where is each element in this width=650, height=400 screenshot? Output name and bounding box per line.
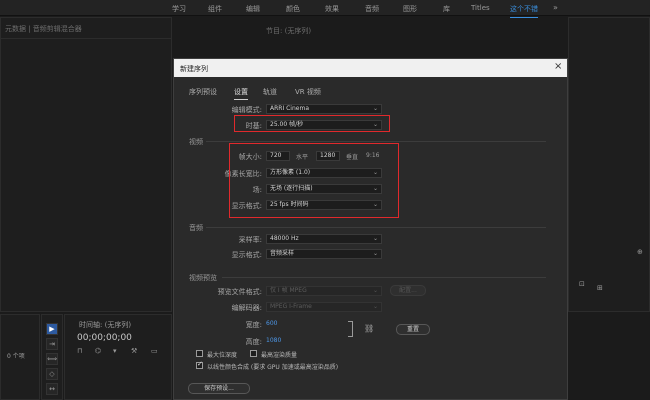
project-panel: 0 个项 <box>0 314 40 400</box>
workspace-tab-color[interactable]: 颜色 <box>286 4 300 14</box>
chevron-down-icon: ⌄ <box>372 250 378 257</box>
preview-width-label: 宽度: <box>245 321 262 329</box>
workspace-bar: 学习 组件 编辑 颜色 效果 音频 图形 库 Titles 这个不错 » <box>0 0 650 18</box>
chevron-down-icon: ⌄ <box>372 287 378 294</box>
dialog-title: 新建序列 <box>180 65 208 73</box>
save-preset-button[interactable]: 保存预设... <box>188 383 250 394</box>
workspace-tab-libraries[interactable]: 库 <box>443 4 450 14</box>
configure-button[interactable]: 配置... <box>390 285 426 296</box>
program-panel-right: ⊕ ⊡ ⊞ <box>568 17 650 312</box>
preview-height-label: 高度: <box>245 338 262 346</box>
preview-file-format-label: 预览文件格式: <box>217 288 262 296</box>
project-item-count: 0 个项 <box>7 353 25 360</box>
sample-rate-value: 48000 Hz <box>270 235 299 242</box>
close-icon[interactable]: × <box>554 62 562 72</box>
linear-color-checkbox[interactable] <box>196 360 203 369</box>
linear-color-label: 以线性颜色合成 (要求 GPU 加速或最高渲染品质) <box>207 364 339 371</box>
edit-mode-label: 编辑模式: <box>231 106 262 114</box>
preview-height-value[interactable]: 1080 <box>266 337 281 344</box>
tab-tracks[interactable]: 轨道 <box>263 87 277 97</box>
video-preview-section-title: 视频预览 <box>189 274 217 282</box>
codec-dropdown[interactable]: MPEG I-Frame ⌄ <box>266 302 382 312</box>
chain-link-icon[interactable]: ⛓ <box>364 324 374 333</box>
chevron-down-icon: ⌄ <box>372 303 378 310</box>
link-bracket <box>348 321 353 337</box>
workspace-tab-effects[interactable]: 效果 <box>325 4 339 14</box>
audio-display-format-value: 音频采样 <box>270 250 295 257</box>
workspace-tab-titles[interactable]: Titles <box>471 4 490 12</box>
export-frame-icon[interactable]: ⊡ <box>579 280 585 288</box>
tab-vr-video[interactable]: VR 视频 <box>295 87 321 97</box>
workspace-tab-learn[interactable]: 学习 <box>172 4 186 14</box>
timeline-captions-icon[interactable]: ▭ <box>151 347 158 355</box>
timeline-wrench-icon[interactable]: ⚒ <box>131 347 137 355</box>
edit-mode-dropdown[interactable]: ARRI Cinema ⌄ <box>266 104 382 114</box>
timeline-snap-icon[interactable]: ⊓ <box>77 347 82 355</box>
video-settings-highlight <box>229 143 399 218</box>
workspace-tab-editing[interactable]: 编辑 <box>246 4 260 14</box>
max-bit-depth-checkbox[interactable] <box>196 350 203 357</box>
razor-tool-icon[interactable]: ◇ <box>46 368 58 380</box>
timeline-link-icon[interactable]: ⌬ <box>95 347 101 355</box>
sample-rate-label: 采样率: <box>238 236 262 244</box>
track-select-tool-icon[interactable]: ⇥ <box>46 338 58 350</box>
section-divider <box>222 277 546 278</box>
dialog-titlebar[interactable]: 新建序列 × <box>174 59 567 77</box>
workspace-tab-graphics[interactable]: 图形 <box>403 4 417 14</box>
preview-file-format-dropdown[interactable]: 仅 I 帧 MPEG ⌄ <box>266 286 382 296</box>
ripple-edit-tool-icon[interactable]: ⟺ <box>46 353 58 365</box>
program-panel-title[interactable]: 节目: (无序列) <box>266 26 311 36</box>
preview-width-value[interactable]: 600 <box>266 320 277 327</box>
max-bit-depth-label: 最大位深度 <box>207 352 238 359</box>
codec-label: 编解码器: <box>231 304 262 312</box>
section-divider <box>206 227 546 228</box>
tab-sequence-presets[interactable]: 序列预设 <box>189 87 217 97</box>
max-render-quality-label: 最高渲染质量 <box>261 352 298 359</box>
timebase-highlight <box>234 115 390 132</box>
timeline-marker-icon[interactable]: ▾ <box>113 347 117 355</box>
edit-mode-value: ARRI Cinema <box>270 105 309 112</box>
source-panel-title[interactable]: 元数据 | 音频剪辑混合器 <box>5 24 82 34</box>
workspace-tab-audio[interactable]: 音频 <box>365 4 379 14</box>
compare-icon[interactable]: ⊞ <box>597 284 603 292</box>
tools-panel: ▶ ⇥ ⟺ ◇ ↔ <box>41 314 63 400</box>
marker-icon[interactable]: ⊕ <box>637 248 643 256</box>
timeline-panel: 时间轴: (无序列) 00;00;00;00 ⊓ ⌬ ▾ ⚒ ▭ <box>64 314 172 400</box>
new-sequence-dialog: 新建序列 × 序列预设 设置 轨道 VR 视频 编辑模式: ARRI Cinem… <box>173 58 568 400</box>
chevron-down-icon: ⌄ <box>372 105 378 112</box>
audio-section-title: 音频 <box>189 224 203 232</box>
timeline-panel-title[interactable]: 时间轴: (无序列) <box>79 320 131 330</box>
preview-file-format-value: 仅 I 帧 MPEG <box>270 287 307 294</box>
chevron-down-icon: ⌄ <box>372 235 378 242</box>
source-panel: 元数据 | 音频剪辑混合器 <box>0 17 172 312</box>
section-divider <box>206 141 546 142</box>
slip-tool-icon[interactable]: ↔ <box>46 383 58 395</box>
workspace-menu-icon[interactable]: » <box>553 3 558 12</box>
reset-button[interactable]: 重置 <box>396 324 430 335</box>
sample-rate-dropdown[interactable]: 48000 Hz ⌄ <box>266 234 382 244</box>
timeline-timecode[interactable]: 00;00;00;00 <box>77 333 132 343</box>
max-render-quality-checkbox[interactable] <box>250 350 257 357</box>
panel-divider <box>1 38 171 39</box>
workspace-tab-assembly[interactable]: 组件 <box>208 4 222 14</box>
workspace-tab-custom[interactable]: 这个不错 <box>510 4 538 18</box>
selection-tool-icon[interactable]: ▶ <box>46 323 58 335</box>
audio-display-format-label: 显示格式: <box>231 251 262 259</box>
tab-settings[interactable]: 设置 <box>234 87 248 100</box>
audio-display-format-dropdown[interactable]: 音频采样 ⌄ <box>266 249 382 259</box>
video-section-title: 视频 <box>189 138 203 146</box>
codec-value: MPEG I-Frame <box>270 303 312 310</box>
